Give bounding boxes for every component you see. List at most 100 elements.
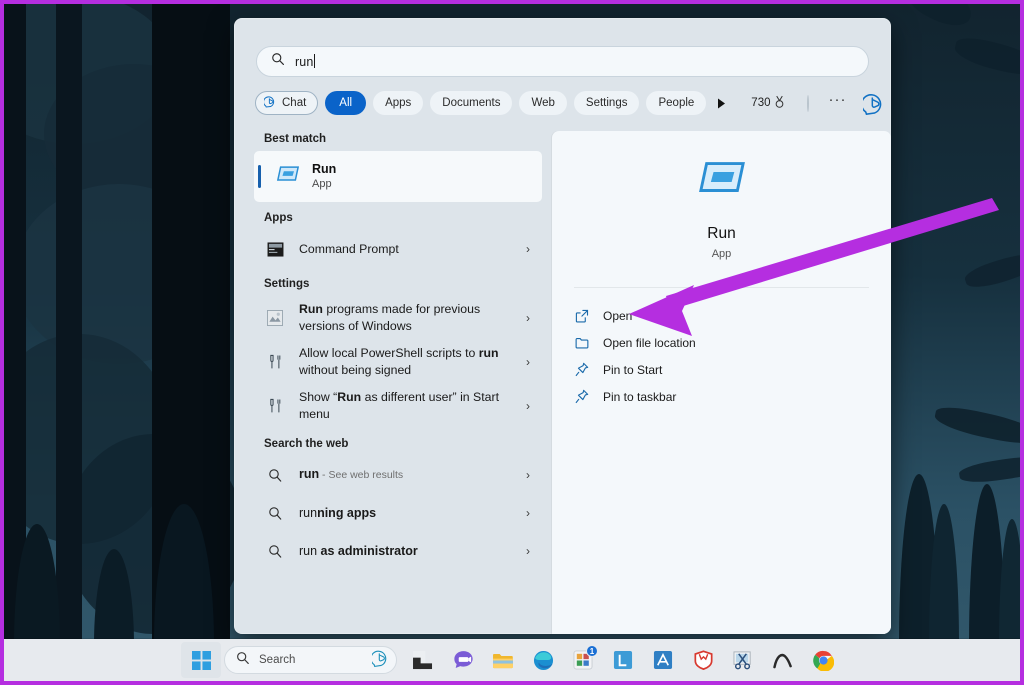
windows-start-icon[interactable] (181, 642, 221, 678)
search-icon (264, 506, 286, 521)
result-label-match: Run (299, 302, 323, 316)
action-pin-to-start[interactable]: Pin to Start (574, 356, 891, 383)
result-best-match-run[interactable]: Run App (254, 151, 542, 202)
text-caret (314, 54, 316, 68)
chat-teams-icon[interactable] (443, 642, 483, 678)
command-prompt-icon (264, 241, 286, 257)
result-label-match: ning apps (317, 505, 377, 520)
app-a-icon[interactable] (643, 642, 683, 678)
search-icon (264, 544, 286, 559)
result-subtitle: App (312, 177, 332, 190)
rewards-points[interactable]: 730 (751, 95, 786, 112)
result-label: run as administrator (299, 543, 526, 560)
bing-chat-icon (263, 95, 277, 111)
result-label: running apps (299, 505, 526, 522)
triangle-right-icon[interactable] (717, 92, 726, 114)
chevron-right-icon[interactable]: › (526, 544, 534, 558)
file-explorer-icon[interactable] (483, 642, 523, 678)
group-header-apps: Apps (264, 212, 293, 224)
preview-title: Run (707, 225, 736, 242)
search-icon (264, 468, 286, 483)
shield-security-icon[interactable] (683, 642, 723, 678)
group-header-settings: Settings (264, 278, 310, 290)
chevron-right-icon[interactable]: › (526, 468, 534, 482)
chevron-right-icon[interactable]: › (526, 355, 534, 369)
result-row-web-run[interactable]: run - See web results › (254, 456, 544, 494)
task-view-icon[interactable] (403, 642, 443, 678)
result-row-legacy-programs[interactable]: Run programs made for previous versions … (254, 296, 544, 340)
result-label-rest: without being signed (299, 363, 412, 377)
filter-pill-all[interactable]: All (325, 91, 367, 115)
app-l-icon[interactable] (603, 642, 643, 678)
folder-icon (574, 336, 590, 350)
settings-tool-icon (264, 398, 286, 414)
result-label-match: run (299, 467, 320, 481)
avatar[interactable] (807, 94, 810, 112)
overflow-menu-button[interactable]: ··· (828, 92, 846, 109)
result-label-rest: programs made for previous versions of W… (299, 302, 481, 333)
result-label-pre: Show “ (299, 390, 338, 404)
microsoft-store-icon[interactable]: 1 (563, 642, 603, 678)
action-label: Open (603, 308, 633, 323)
search-icon (236, 651, 250, 670)
result-row-command-prompt[interactable]: Command Prompt › (254, 230, 544, 268)
result-label: Show “Run as different user” in Start me… (299, 389, 526, 423)
result-label-match: run (478, 346, 499, 360)
run-app-icon (552, 157, 891, 199)
snipping-tool-icon[interactable] (723, 642, 763, 678)
action-open[interactable]: Open (574, 302, 891, 329)
search-query-text: run (295, 55, 314, 69)
windows-search-flyout: run Chat All Apps Documents Web Settings… (234, 18, 891, 634)
result-row-web-run-as-administrator[interactable]: run as administrator › (254, 532, 544, 570)
result-label: Command Prompt (299, 241, 399, 256)
desktop-screen: run Chat All Apps Documents Web Settings… (0, 0, 1024, 685)
chevron-right-icon[interactable]: › (526, 311, 534, 325)
google-chrome-icon[interactable] (803, 642, 843, 678)
curve-app-icon[interactable] (763, 642, 803, 678)
bing-chat-button[interactable] (863, 92, 886, 115)
microsoft-edge-icon[interactable] (523, 642, 563, 678)
open-external-icon (574, 309, 590, 323)
settings-tool-icon (264, 354, 286, 370)
result-label-pre: Allow local PowerShell scripts to (299, 346, 479, 360)
taskbar-search-label: Search (259, 654, 296, 666)
filter-pill-apps[interactable]: Apps (373, 91, 424, 115)
rewards-medal-icon (773, 95, 786, 112)
notification-badge: 1 (586, 645, 598, 657)
taskbar-search-box[interactable]: Search (224, 646, 397, 674)
chevron-right-icon[interactable]: › (526, 506, 534, 520)
action-label: Pin to taskbar (603, 389, 677, 404)
search-input[interactable]: run (256, 46, 869, 77)
result-row-run-as-different-user[interactable]: Show “Run as different user” in Start me… (254, 384, 544, 428)
action-label: Pin to Start (603, 362, 663, 377)
app-preview-pane: Run App Open Open file location Pin to S… (552, 131, 891, 634)
run-app-icon (276, 164, 300, 189)
chevron-right-icon[interactable]: › (526, 242, 534, 256)
filter-pill-chat[interactable]: Chat (255, 91, 319, 115)
result-label-match: Run (337, 390, 362, 404)
result-label: Run programs made for previous versions … (299, 301, 526, 335)
filter-pill-chat-label: Chat (282, 97, 307, 109)
filter-pill-documents[interactable]: Documents (430, 91, 513, 115)
result-row-powershell-scripts[interactable]: Allow local PowerShell scripts to run wi… (254, 340, 544, 384)
result-label: run - See web results (299, 466, 526, 484)
action-open-file-location[interactable]: Open file location (574, 329, 891, 356)
action-pin-to-taskbar[interactable]: Pin to taskbar (574, 383, 891, 410)
search-icon (271, 52, 285, 71)
search-input-row: run (234, 18, 891, 77)
filter-pill-web[interactable]: Web (519, 91, 567, 115)
result-label-pre: run (299, 543, 321, 558)
filter-pill-settings[interactable]: Settings (573, 91, 640, 115)
results-list: Best match Run App Apps Command Prompt ›… (234, 131, 544, 634)
rewards-points-value: 730 (751, 97, 771, 109)
result-row-web-running-apps[interactable]: running apps › (254, 494, 544, 532)
group-header-search-the-web: Search the web (264, 438, 349, 450)
group-header-best-match: Best match (264, 133, 326, 145)
chevron-right-icon[interactable]: › (526, 399, 534, 413)
action-label: Open file location (603, 335, 696, 350)
bing-chat-icon[interactable] (370, 649, 390, 672)
result-label: Allow local PowerShell scripts to run wi… (299, 345, 526, 379)
filter-pill-people[interactable]: People (646, 91, 707, 115)
pin-icon (574, 389, 590, 404)
search-results-body: Best match Run App Apps Command Prompt ›… (234, 125, 891, 634)
